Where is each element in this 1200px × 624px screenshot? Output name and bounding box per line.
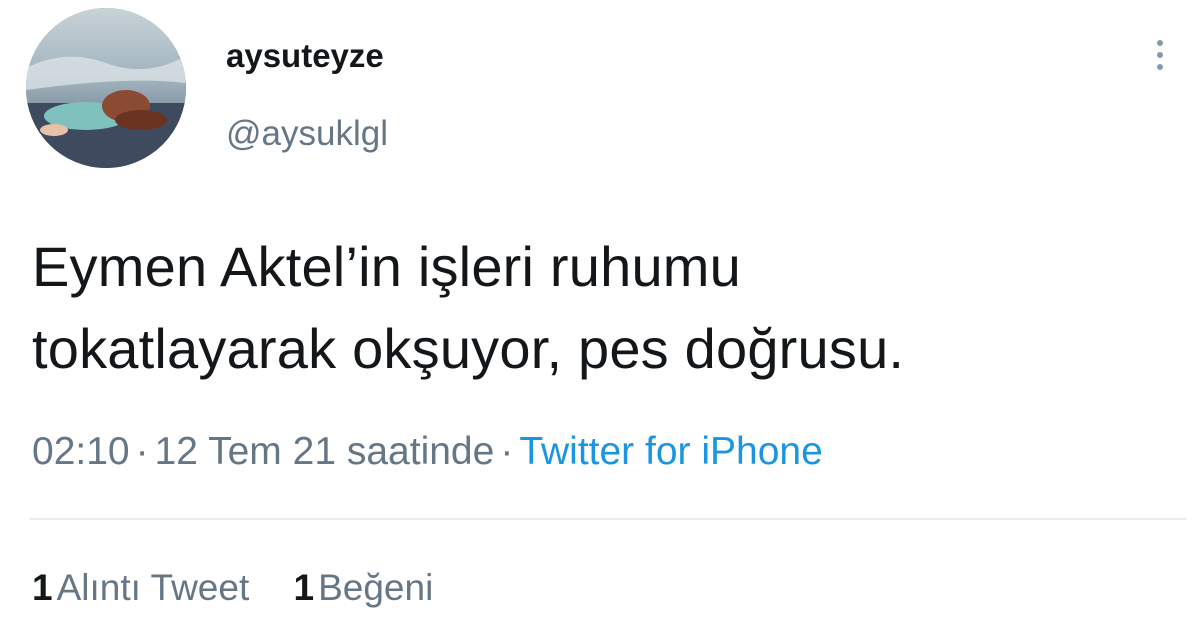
quote-tweets-stat[interactable]: 1 Alıntı Tweet xyxy=(32,567,249,608)
tweet-time[interactable]: 02:10 xyxy=(32,430,130,473)
tweet-text: Eymen Aktel’in işleri ruhumu tokatlayara… xyxy=(32,226,1182,390)
meta-separator: · xyxy=(500,430,514,473)
more-dot xyxy=(1157,40,1163,46)
user-handle[interactable]: @aysuklgl xyxy=(226,112,388,156)
tweet-text-line: Eymen Aktel’in işleri ruhumu xyxy=(32,235,741,298)
display-name[interactable]: aysuteyze xyxy=(226,34,384,78)
tweet-card: aysuteyze @aysuklgl Eymen Aktel’in işler… xyxy=(0,0,1200,624)
more-vertical-icon[interactable] xyxy=(1140,30,1180,80)
tweet-meta: 02:10 · 12 Tem 21 saatinde · Twitter for iPh… xyxy=(32,424,823,480)
divider xyxy=(30,518,1186,520)
more-dot xyxy=(1157,64,1163,70)
meta-separator: · xyxy=(135,430,149,473)
tweet-text-line: tokatlayarak okşuyor, pes doğrusu. xyxy=(32,317,905,380)
quote-label: Alıntı Tweet xyxy=(56,567,250,608)
like-count: 1 xyxy=(293,567,315,608)
likes-stat[interactable]: 1 Beğeni xyxy=(294,567,434,608)
tweet-source-link[interactable]: Twitter for iPhone xyxy=(519,430,822,473)
avatar-photo xyxy=(26,8,186,168)
tweet-stats: 1 Alıntı Tweet 1 Beğeni xyxy=(32,562,467,614)
more-dot xyxy=(1157,52,1163,58)
tweet-date[interactable]: 12 Tem 21 saatinde xyxy=(155,430,495,473)
quote-count: 1 xyxy=(32,567,53,608)
avatar[interactable] xyxy=(26,8,186,168)
like-label: Beğeni xyxy=(318,567,434,608)
